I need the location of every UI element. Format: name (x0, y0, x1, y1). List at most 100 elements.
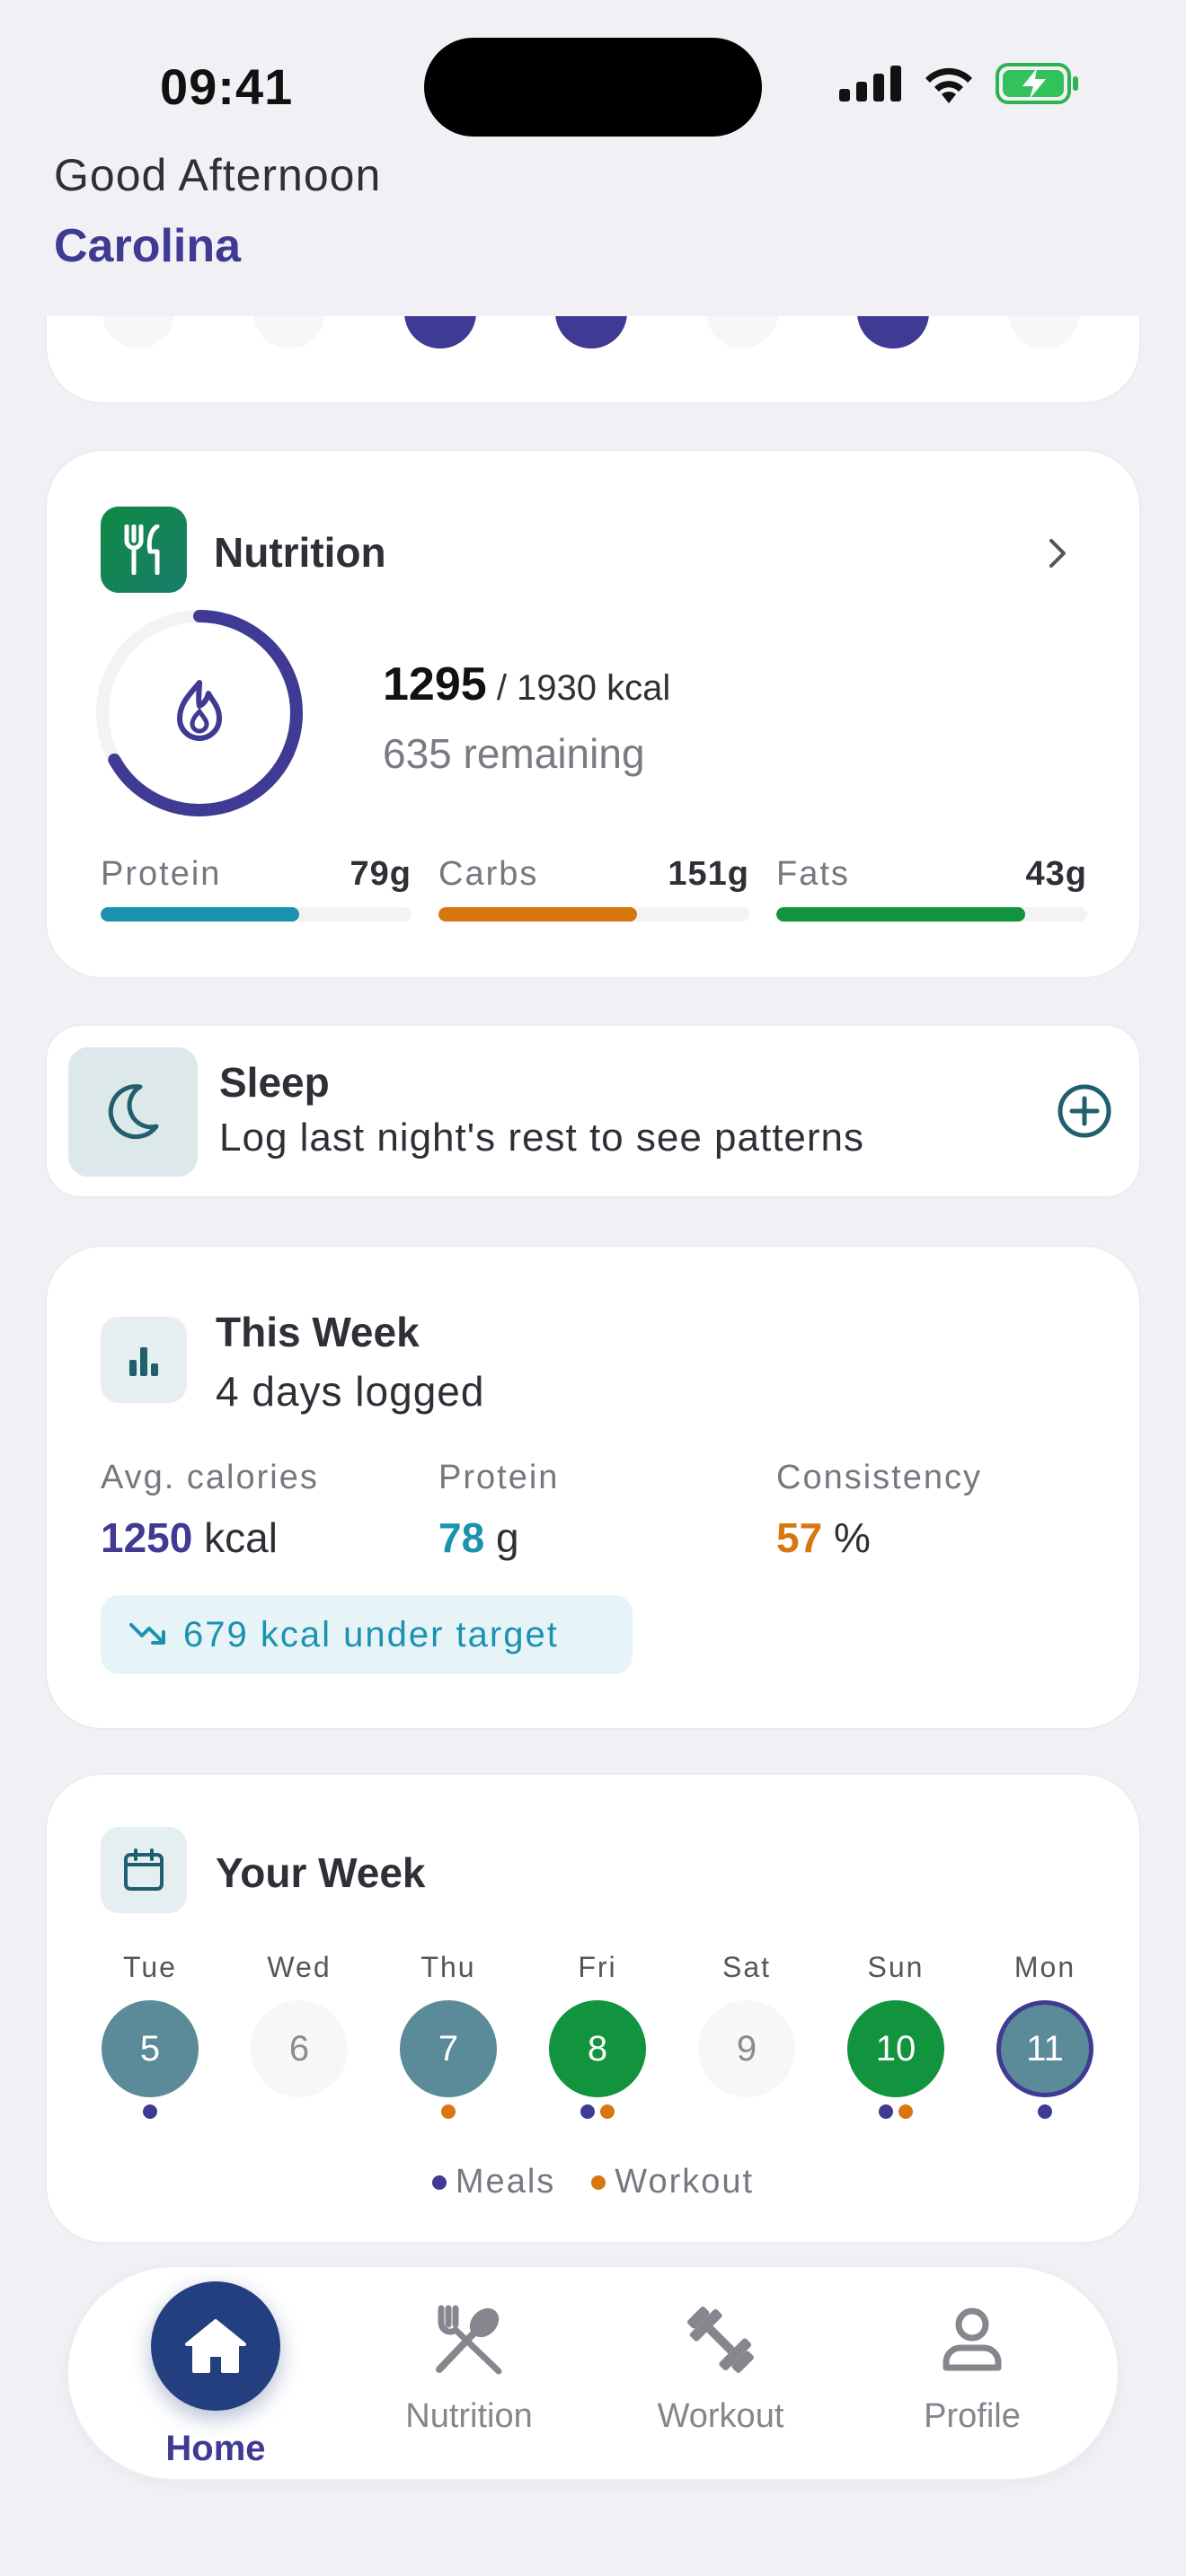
day-indicators (548, 2104, 647, 2121)
badge-text: 679 kcal under target (183, 1614, 559, 1654)
day-circle[interactable]: 8 (549, 2000, 646, 2097)
stat-label: Consistency (776, 1459, 982, 1496)
macro-protein: Protein 79g (101, 855, 412, 922)
add-sleep-button[interactable] (1057, 1083, 1112, 1139)
day-name: Wed (267, 1951, 332, 1983)
greeting-text: Good Afternoon (54, 150, 382, 200)
workout-dot (898, 2104, 913, 2119)
day-indicators (250, 2104, 349, 2121)
flame-icon (177, 680, 222, 741)
day-name: Thu (420, 1951, 476, 1983)
day-circle[interactable]: 9 (698, 2000, 795, 2097)
day-circle[interactable]: 11 (996, 2000, 1093, 2097)
day-circle[interactable]: 6 (251, 2000, 348, 2097)
nav-workout[interactable]: Workout (622, 2303, 819, 2436)
trending-down-icon (129, 1623, 165, 1645)
calendar-icon-box (101, 1827, 187, 1913)
this-week-card[interactable]: This Week 4 days logged Avg. calories 12… (45, 1245, 1141, 1730)
week-legend: Meals Workout (47, 2163, 1139, 2201)
nav-home-label[interactable]: Home (117, 2429, 314, 2469)
status-time: 09:41 (160, 58, 294, 115)
nav-workout-label: Workout (657, 2397, 784, 2435)
calories-remaining: 635 remaining (383, 730, 645, 777)
day-indicators (697, 2104, 796, 2121)
stat-protein: Protein 78 g (438, 1459, 559, 1562)
calories-consumed: 1295 / 1930 kcal (383, 657, 670, 711)
calories-consumed-value: 1295 (383, 658, 487, 710)
week-icon-box (101, 1317, 187, 1403)
this-week-subtitle: 4 days logged (216, 1368, 485, 1415)
workout-dot (441, 2104, 456, 2119)
macro-fats: Fats 43g (776, 855, 1087, 922)
stat-unit: kcal (204, 1514, 278, 1561)
sleep-subtitle: Log last night's rest to see patterns (219, 1116, 865, 1160)
bottom-nav: Home Nutrition Workout Profile (66, 2265, 1120, 2481)
sleep-card[interactable]: Sleep Log last night's rest to see patte… (45, 1024, 1141, 1198)
legend-meals: Meals (431, 2163, 555, 2201)
week-day-tue[interactable]: Tue 5 (101, 1951, 199, 2121)
stat-avg-calories: Avg. calories 1250 kcal (101, 1459, 319, 1562)
day-name: Fri (578, 1951, 617, 1983)
stat-value: 1250 kcal (101, 1513, 319, 1562)
chevron-right-icon[interactable] (1048, 537, 1069, 569)
stat-value: 57 % (776, 1513, 982, 1562)
workout-dot (600, 2104, 615, 2119)
sleep-title: Sleep (219, 1059, 330, 1106)
nav-profile-label: Profile (924, 2397, 1021, 2435)
stat-unit: % (833, 1514, 871, 1561)
macro-value: 43g (1025, 855, 1087, 893)
macro-carbs: Carbs 151g (438, 855, 749, 922)
bar-chart-icon (129, 1347, 158, 1376)
macro-progress-fill (101, 907, 300, 922)
nav-nutrition[interactable]: Nutrition (370, 2303, 568, 2436)
meals-dot (879, 2104, 893, 2119)
day-name: Sat (721, 1951, 772, 1983)
day-indicators (399, 2104, 498, 2121)
your-week-title: Your Week (216, 1849, 426, 1896)
calorie-ring (96, 610, 303, 816)
fork-knife-icon (124, 525, 160, 575)
macro-progress-fill (776, 907, 1025, 922)
calorie-target-badge: 679 kcal under target (101, 1595, 633, 1674)
macro-progress-track (438, 907, 749, 922)
user-name: Carolina (54, 220, 242, 272)
moon-icon (108, 1084, 159, 1140)
meals-dot (431, 2175, 447, 2190)
nav-profile[interactable]: Profile (873, 2303, 1071, 2436)
day-circle[interactable]: 5 (102, 2000, 199, 2097)
macro-value: 151g (668, 855, 749, 893)
home-icon (185, 2319, 246, 2373)
stat-value: 78 g (438, 1513, 559, 1562)
calendar-icon (124, 1848, 164, 1891)
stat-number: 1250 (101, 1514, 193, 1561)
this-week-title: This Week (216, 1309, 420, 1355)
nav-home-button[interactable] (151, 2281, 280, 2411)
nutrition-card[interactable]: Nutrition 1295 / 1930 kcal 635 remaining… (45, 449, 1141, 979)
week-day-sun[interactable]: Sun 10 (846, 1951, 945, 2121)
macro-progress-track (101, 907, 412, 922)
day-circle[interactable]: 10 (847, 2000, 944, 2097)
week-day-wed[interactable]: Wed 6 (250, 1951, 349, 2121)
week-day-fri[interactable]: Fri 8 (548, 1951, 647, 2121)
week-day-thu[interactable]: Thu 7 (399, 1951, 498, 2121)
signal-icon (839, 66, 901, 101)
day-name: Mon (1013, 1951, 1076, 1983)
your-week-card[interactable]: Your Week Tue 5 Wed 6 Thu 7 Fri 8 Sat 9 Sun 10 Mon 11… (45, 1773, 1141, 2244)
person-icon (943, 2307, 1002, 2371)
week-day-mon[interactable]: Mon 11 (996, 1951, 1094, 2121)
calories-target: / 1930 kcal (496, 668, 671, 708)
day-indicators (846, 2104, 945, 2121)
legend-workout: Workout (591, 2163, 754, 2201)
week-day-sat[interactable]: Sat 9 (697, 1951, 796, 2121)
day-circle[interactable]: 7 (400, 2000, 497, 2097)
meals-dot (143, 2104, 157, 2119)
stat-label: Avg. calories (101, 1459, 319, 1496)
battery-charging-icon (996, 63, 1078, 104)
nutrition-title: Nutrition (214, 529, 386, 576)
stat-consistency: Consistency 57 % (776, 1459, 982, 1562)
stat-unit: g (495, 1514, 519, 1561)
macro-value: 79g (350, 855, 412, 893)
stat-number: 57 (776, 1514, 823, 1561)
meals-dot (580, 2104, 595, 2119)
workout-dot (591, 2175, 606, 2190)
